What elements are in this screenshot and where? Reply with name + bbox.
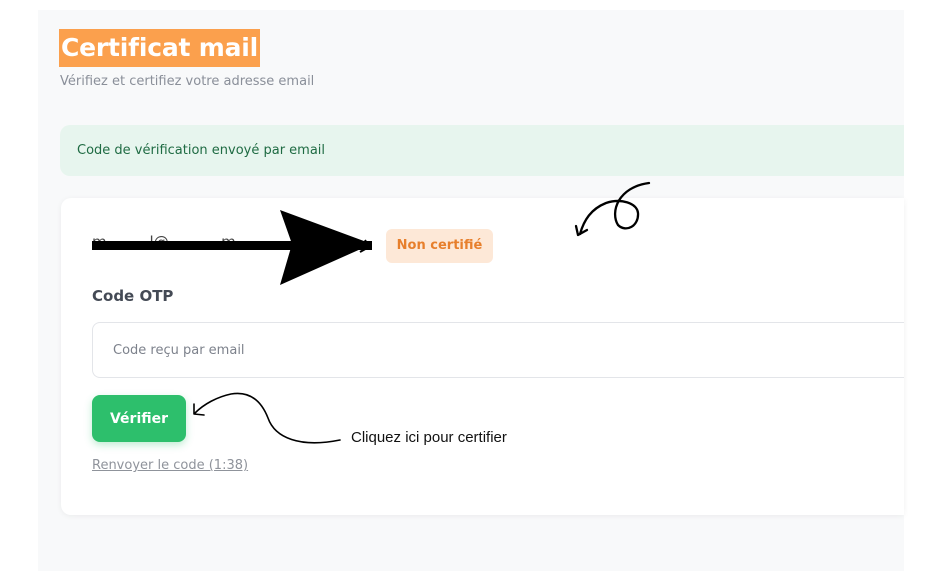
loop-arrow-annotation <box>574 181 651 237</box>
annotation-overlay <box>193 181 651 444</box>
curved-arrow-annotation <box>193 392 341 444</box>
big-arrow-annotation <box>280 210 372 285</box>
